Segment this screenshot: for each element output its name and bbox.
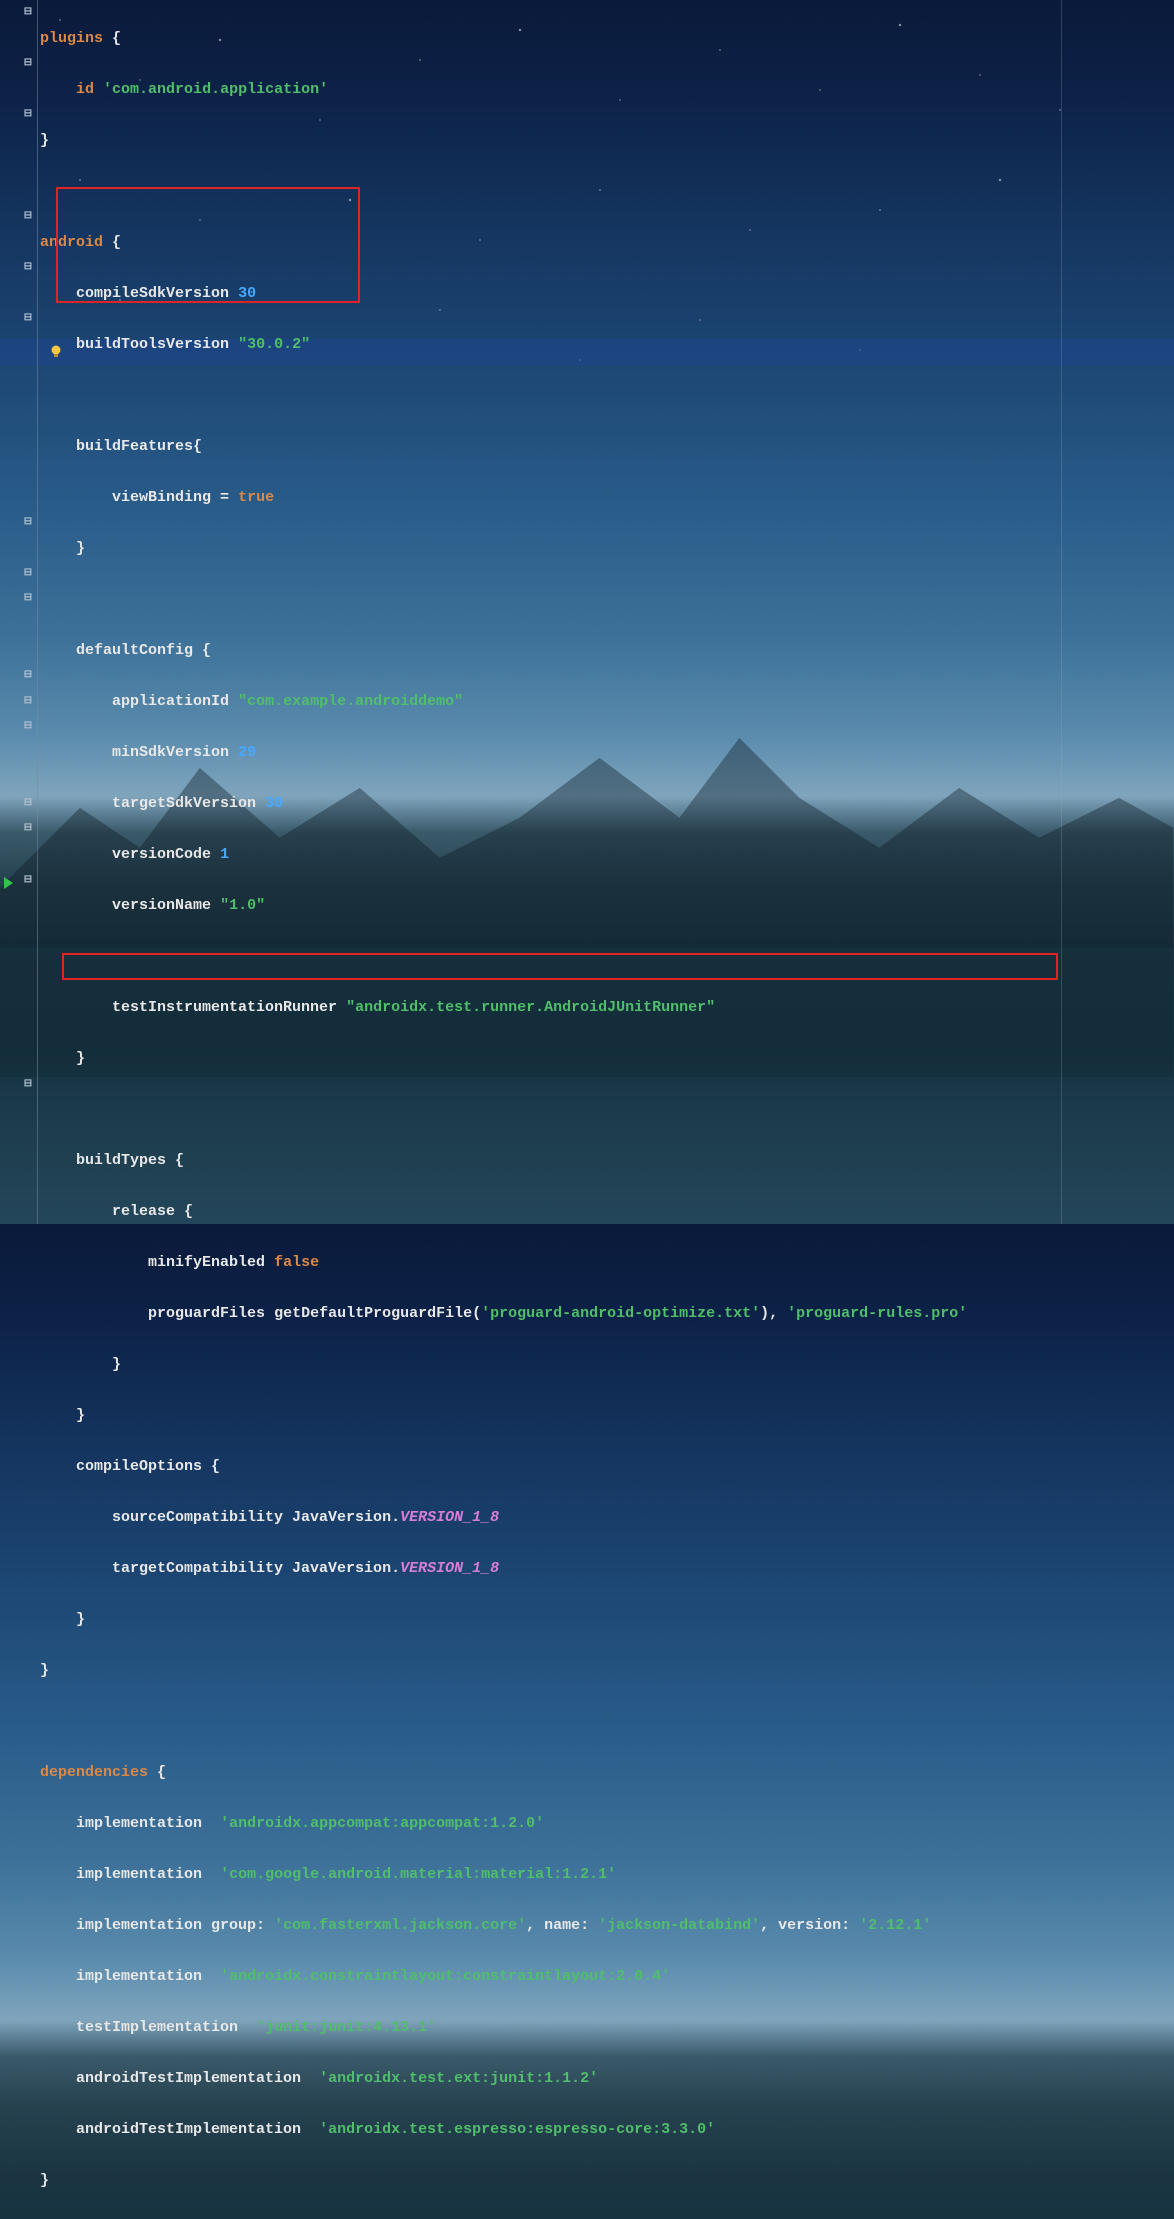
code-line[interactable]: buildToolsVersion "30.0.2" bbox=[40, 332, 1174, 358]
code-line[interactable]: versionName "1.0" bbox=[40, 893, 1174, 919]
code-line[interactable]: } bbox=[40, 1046, 1174, 1072]
code-line[interactable]: release { bbox=[40, 1199, 1174, 1225]
code-line[interactable]: applicationId "com.example.androiddemo" bbox=[40, 689, 1174, 715]
code-line[interactable]: testImplementation 'junit:junit:4.13.1' bbox=[40, 2015, 1174, 2041]
code-line[interactable]: } bbox=[40, 1607, 1174, 1633]
fold-close-icon[interactable]: ⊟ bbox=[22, 696, 34, 708]
fold-close-icon[interactable]: ⊟ bbox=[22, 58, 34, 70]
fold-toggle-icon[interactable]: ⊟ bbox=[22, 593, 34, 605]
code-line[interactable]: } bbox=[40, 1658, 1174, 1684]
code-line[interactable]: } bbox=[40, 1352, 1174, 1378]
code-line[interactable]: implementation 'com.google.android.mater… bbox=[40, 1862, 1174, 1888]
code-line[interactable]: targetSdkVersion 30 bbox=[40, 791, 1174, 817]
fold-close-icon[interactable]: ⊟ bbox=[22, 262, 34, 274]
fold-toggle-icon[interactable]: ⊟ bbox=[22, 7, 34, 19]
code-line[interactable]: androidTestImplementation 'androidx.test… bbox=[40, 2117, 1174, 2143]
code-line[interactable]: defaultConfig { bbox=[40, 638, 1174, 664]
fold-close-icon[interactable]: ⊟ bbox=[22, 670, 34, 682]
fold-column bbox=[18, 0, 38, 1224]
code-line[interactable]: } bbox=[40, 128, 1174, 154]
code-line[interactable]: proguardFiles getDefaultProguardFile('pr… bbox=[40, 1301, 1174, 1327]
code-line[interactable]: implementation group: 'com.fasterxml.jac… bbox=[40, 1913, 1174, 1939]
code-line[interactable]: minifyEnabled false bbox=[40, 1250, 1174, 1276]
code-line[interactable]: compileOptions { bbox=[40, 1454, 1174, 1480]
fold-toggle-icon[interactable]: ⊟ bbox=[22, 313, 34, 325]
code-line[interactable]: sourceCompatibility JavaVersion.VERSION_… bbox=[40, 1505, 1174, 1531]
fold-toggle-icon[interactable]: ⊟ bbox=[22, 721, 34, 733]
code-line[interactable]: plugins { bbox=[40, 26, 1174, 52]
code-editor[interactable]: plugins { id 'com.android.application' }… bbox=[40, 0, 1174, 2219]
fold-toggle-icon[interactable]: ⊟ bbox=[22, 211, 34, 223]
code-line[interactable]: targetCompatibility JavaVersion.VERSION_… bbox=[40, 1556, 1174, 1582]
code-line[interactable]: buildFeatures{ bbox=[40, 434, 1174, 460]
code-line[interactable]: compileSdkVersion 30 bbox=[40, 281, 1174, 307]
fold-close-icon[interactable]: ⊟ bbox=[22, 1079, 34, 1091]
code-line[interactable]: dependencies { bbox=[40, 1760, 1174, 1786]
code-line[interactable]: id 'com.android.application' bbox=[40, 77, 1174, 103]
code-line[interactable]: versionCode 1 bbox=[40, 842, 1174, 868]
code-line[interactable]: android { bbox=[40, 230, 1174, 256]
fold-toggle-icon[interactable]: ⊟ bbox=[22, 568, 34, 580]
code-line[interactable]: implementation 'androidx.appcompat:appco… bbox=[40, 1811, 1174, 1837]
code-line[interactable]: implementation 'androidx.constraintlayou… bbox=[40, 1964, 1174, 1990]
fold-close-icon[interactable]: ⊟ bbox=[22, 823, 34, 835]
run-gutter-icon[interactable] bbox=[4, 877, 13, 889]
code-line[interactable]: buildTypes { bbox=[40, 1148, 1174, 1174]
code-line[interactable]: minSdkVersion 29 bbox=[40, 740, 1174, 766]
code-line[interactable]: } bbox=[40, 1403, 1174, 1429]
intention-bulb-icon[interactable] bbox=[48, 343, 64, 359]
code-line[interactable]: } bbox=[40, 536, 1174, 562]
fold-toggle-icon[interactable]: ⊟ bbox=[22, 875, 34, 887]
fold-toggle-icon[interactable]: ⊟ bbox=[22, 109, 34, 121]
code-line[interactable]: viewBinding = true bbox=[40, 485, 1174, 511]
fold-close-icon[interactable]: ⊟ bbox=[22, 798, 34, 810]
code-line[interactable]: androidTestImplementation 'androidx.test… bbox=[40, 2066, 1174, 2092]
code-line[interactable]: testInstrumentationRunner "androidx.test… bbox=[40, 995, 1174, 1021]
fold-close-icon[interactable]: ⊟ bbox=[22, 517, 34, 529]
code-line[interactable]: } bbox=[40, 2168, 1174, 2194]
